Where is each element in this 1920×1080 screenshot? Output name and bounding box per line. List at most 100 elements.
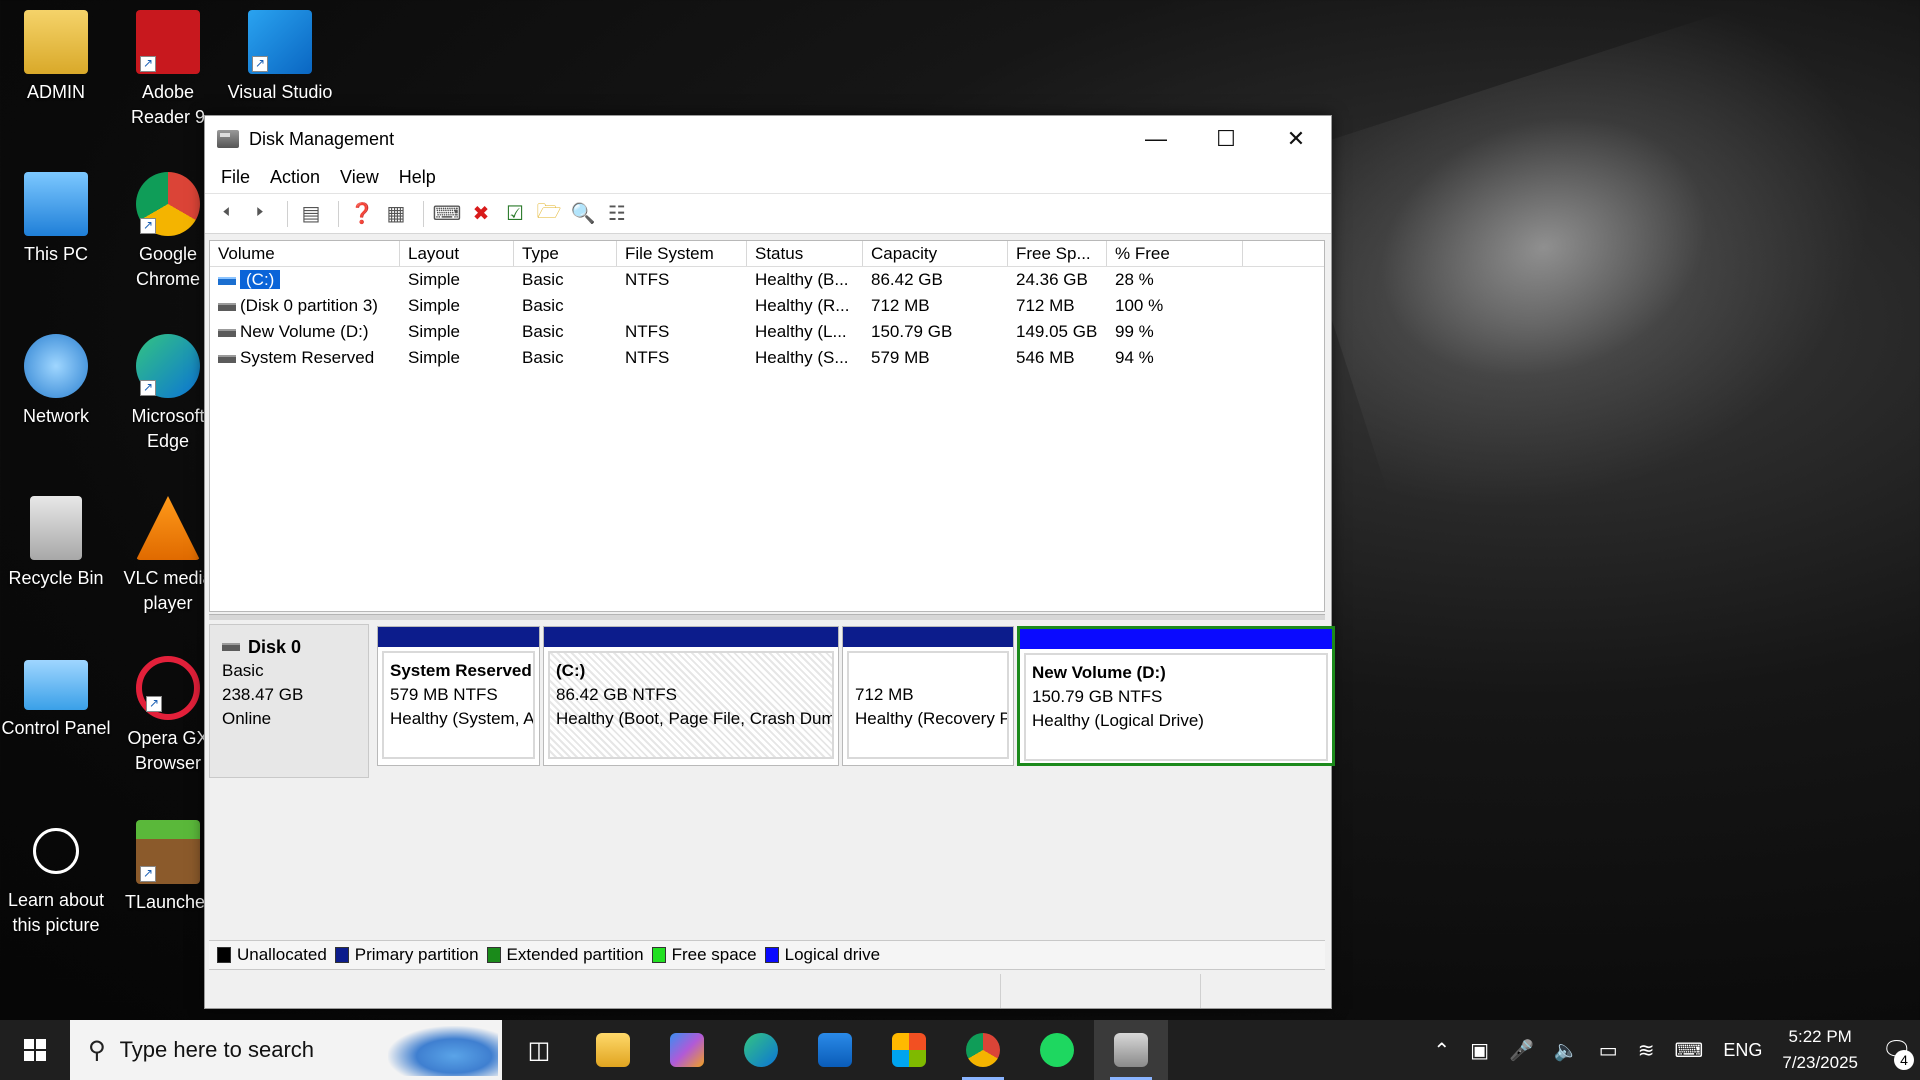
table-row[interactable]: System Reserved Simple Basic NTFS Health… (210, 345, 1324, 371)
percent-free-cell: 28 % (1115, 270, 1154, 289)
clock[interactable]: 5:22 PM 7/23/2025 (1782, 1024, 1858, 1076)
file-system-cell (617, 293, 747, 319)
title-bar[interactable]: Disk Management — ☐ ✕ (205, 116, 1331, 162)
menu-view[interactable]: View (330, 167, 389, 188)
taskbar-file-explorer[interactable] (576, 1020, 650, 1080)
minimize-button[interactable]: — (1121, 116, 1191, 162)
view-settings-icon[interactable]: ☷ (602, 199, 632, 229)
close-button[interactable]: ✕ (1261, 116, 1331, 162)
menu-file[interactable]: File (211, 167, 260, 188)
desktop-icon-label: This PC (23, 244, 88, 264)
help-icon[interactable]: ❓ (347, 199, 377, 229)
partition-d-drive[interactable]: New Volume (D:) 150.79 GB NTFS Healthy (… (1017, 626, 1335, 766)
taskbar-edge[interactable] (724, 1020, 798, 1080)
notification-count-badge: 4 (1894, 1050, 1914, 1070)
desktop-icon-label: Recycle Bin (8, 568, 104, 588)
start-button[interactable] (0, 1020, 70, 1080)
keyboard-icon[interactable]: ⌨ (1674, 1038, 1703, 1063)
status-cell: Healthy (L... (755, 322, 847, 341)
taskbar-disk-management[interactable] (1094, 1020, 1168, 1080)
column-header-capacity[interactable]: Capacity (863, 241, 1008, 266)
layout-cell: Simple (408, 296, 460, 315)
column-header-free-space[interactable]: Free Sp... (1008, 241, 1107, 266)
graphical-disk-view: Disk 0 Basic 238.47 GB Online System Res… (209, 624, 1335, 940)
partition-size: 712 MB (855, 685, 914, 704)
delete-icon[interactable]: ✖ (466, 199, 496, 229)
properties-icon[interactable]: ▦ (381, 199, 411, 229)
column-header-file-system[interactable]: File System (617, 241, 747, 266)
folder-up-icon[interactable]: 🗁 (534, 199, 564, 229)
search-folder-icon[interactable]: 🔍 (568, 199, 598, 229)
file-system-cell: NTFS (625, 270, 670, 289)
column-header-layout[interactable]: Layout (400, 241, 514, 266)
battery-icon[interactable]: ▭ (1599, 1038, 1618, 1063)
partition-system-reserved[interactable]: System Reserved 579 MB NTFS Healthy (Sys… (377, 626, 540, 766)
taskbar-search-box[interactable]: ⚲ Type here to search (70, 1020, 502, 1080)
desktop-icon-network[interactable]: Network (0, 334, 112, 429)
capacity-cell: 86.42 GB (871, 270, 943, 289)
taskbar-spotify[interactable] (1020, 1020, 1094, 1080)
chevron-up-icon[interactable]: ⌃ (1433, 1038, 1450, 1063)
show-hide-console-tree-icon[interactable]: ▤ (296, 199, 326, 229)
forward-arrow-icon[interactable]: 🢒 (245, 199, 275, 229)
disk-info-panel[interactable]: Disk 0 Basic 238.47 GB Online (209, 624, 369, 778)
percent-free-cell: 100 % (1115, 296, 1164, 315)
desktop-icon-recycle-bin[interactable]: Recycle Bin (0, 496, 112, 591)
desktop-icon-this-pc[interactable]: This PC (0, 172, 112, 267)
desktop-icon-adobe-reader[interactable]: ↗ Adobe Reader 9 (112, 10, 224, 130)
percent-free-cell: 94 % (1115, 348, 1154, 367)
microphone-icon[interactable]: 🎤 (1509, 1038, 1534, 1063)
capacity-cell: 579 MB (871, 348, 930, 367)
volume-cell: (Disk 0 partition 3) (210, 293, 400, 319)
vscode-icon: ↗ (248, 10, 312, 74)
table-row[interactable]: (C:) Simple Basic NTFS Healthy (B... 86.… (210, 267, 1324, 293)
menu-help[interactable]: Help (389, 167, 446, 188)
volume-cell: (C:) (210, 267, 400, 293)
maximize-button[interactable]: ☐ (1191, 116, 1261, 162)
disk-size: 238.47 GB (222, 685, 304, 704)
desktop-icon-control-panel[interactable]: Control Panel (0, 660, 112, 741)
layout-cell: Simple (408, 270, 460, 289)
table-row[interactable]: (Disk 0 partition 3) Simple Basic Health… (210, 293, 1324, 319)
legend-label: Extended partition (506, 945, 644, 964)
speaker-icon[interactable]: 🔈 (1554, 1038, 1579, 1063)
back-arrow-icon[interactable]: 🢐 (211, 199, 241, 229)
language-indicator[interactable]: ENG (1723, 1040, 1762, 1061)
toolbar-separator (423, 200, 424, 227)
legend-swatch-free-space (651, 947, 666, 963)
legend-label: Logical drive (784, 945, 881, 964)
column-header-status[interactable]: Status (747, 241, 863, 266)
column-header-percent-free[interactable]: % Free (1107, 241, 1243, 266)
partition-name: New Volume (D:) (1032, 663, 1166, 682)
legend-swatch-logical (764, 947, 779, 963)
table-row[interactable]: New Volume (D:) Simple Basic NTFS Health… (210, 319, 1324, 345)
connect-disk-icon[interactable]: ⌨ (432, 199, 462, 229)
taskbar-chrome[interactable] (946, 1020, 1020, 1080)
meet-now-icon[interactable]: ▣ (1470, 1038, 1489, 1063)
partition-c-drive[interactable]: (C:) 86.42 GB NTFS Healthy (Boot, Page F… (543, 626, 839, 766)
notification-center-button[interactable]: 🗨 4 (1874, 1020, 1920, 1080)
column-header-type[interactable]: Type (514, 241, 617, 266)
legend-label: Unallocated (237, 945, 327, 964)
toolbar-separator (287, 200, 288, 227)
task-view-button[interactable]: ◫ (502, 1020, 576, 1080)
partition-name (855, 659, 1001, 683)
control-panel-icon (24, 660, 88, 710)
taskbar-outlook[interactable] (798, 1020, 872, 1080)
desktop-icon-learn-picture[interactable]: Learn about this picture (0, 820, 112, 938)
wifi-icon[interactable]: ≋ (1638, 1038, 1655, 1063)
desktop-icon-admin[interactable]: ADMIN (0, 10, 112, 105)
tlauncher-block-icon: ↗ (136, 820, 200, 884)
taskbar-copilot[interactable] (650, 1020, 724, 1080)
taskbar-store[interactable] (872, 1020, 946, 1080)
partition-recovery[interactable]: 712 MB Healthy (Recovery Partition) (842, 626, 1014, 766)
menu-action[interactable]: Action (260, 167, 330, 188)
toolbar: 🢐 🢒 ▤ ❓ ▦ ⌨ ✖ ☑ 🗁 🔍 ☷ (205, 194, 1331, 234)
column-header-volume[interactable]: Volume (210, 241, 400, 266)
pane-splitter[interactable] (209, 614, 1325, 620)
desktop-icon-vscode[interactable]: ↗ Visual Studio Code (224, 10, 336, 105)
check-icon[interactable]: ☑ (500, 199, 530, 229)
status-cell: Healthy (S... (755, 348, 849, 367)
volume-icon (218, 354, 236, 363)
logical-drive-bar (1020, 629, 1332, 649)
